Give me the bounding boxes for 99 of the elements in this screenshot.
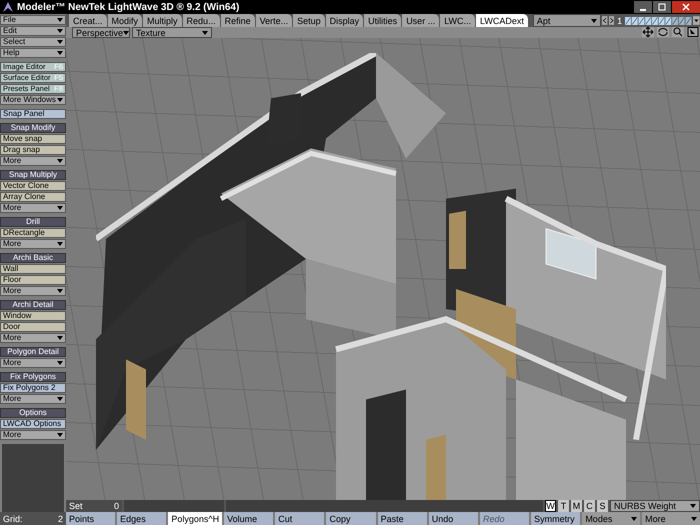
tool-button[interactable]: Door xyxy=(0,322,66,332)
caret-icon xyxy=(202,30,208,34)
search-icon[interactable] xyxy=(672,27,684,37)
toggle-button[interactable]: T xyxy=(558,500,569,512)
tool-button[interactable]: Window xyxy=(0,311,66,321)
menu-dropdown[interactable]: More xyxy=(642,512,700,525)
maximize-icon[interactable] xyxy=(653,1,671,13)
toggle-button[interactable]: M xyxy=(571,500,582,512)
panel-button[interactable]: Fix Polygons 2 xyxy=(0,383,66,393)
close-icon[interactable] xyxy=(672,1,700,13)
shading-dropdown[interactable]: Texture xyxy=(132,27,212,38)
caret-icon xyxy=(57,18,63,22)
toolbar-button[interactable]: Paste xyxy=(378,512,427,525)
tab[interactable]: Utilities xyxy=(364,14,402,27)
toggle-button[interactable]: C xyxy=(584,500,595,512)
tab[interactable]: Redu... xyxy=(182,14,220,27)
caret-icon xyxy=(57,159,63,163)
menu-dropdown[interactable]: More Windows xyxy=(0,95,66,105)
tool-button[interactable]: Vector Clone xyxy=(0,181,66,191)
section-header: Drill xyxy=(0,217,66,227)
tab[interactable]: LWC... xyxy=(440,14,476,27)
toolbar-button[interactable]: Cut xyxy=(275,512,324,525)
view-dropdown[interactable]: Perspective xyxy=(72,27,130,38)
tab[interactable]: Modify xyxy=(108,14,142,27)
menu-dropdown[interactable]: More xyxy=(0,394,66,404)
tool-button[interactable]: Move snap xyxy=(0,134,66,144)
maximize-view-icon[interactable] xyxy=(687,27,699,37)
caret-icon xyxy=(57,336,63,340)
menu-dropdown[interactable]: Select xyxy=(0,37,66,47)
section-header: Snap Modify xyxy=(0,123,66,133)
set-value: 0 xyxy=(114,501,119,511)
section-header: Archi Detail xyxy=(0,300,66,310)
menu-dropdown[interactable]: More xyxy=(0,430,66,440)
menu-dropdown[interactable]: More xyxy=(0,203,66,213)
toolbar-button[interactable]: Volume xyxy=(224,512,274,525)
menu-dropdown[interactable]: More xyxy=(0,333,66,343)
tool-button[interactable]: Wall xyxy=(0,264,66,274)
caret-icon xyxy=(57,289,63,293)
minimize-icon[interactable] xyxy=(634,1,652,13)
caret-icon xyxy=(690,516,697,520)
menu-dropdown[interactable]: Edit xyxy=(0,26,66,36)
caret-icon xyxy=(57,29,63,33)
section-header: Options xyxy=(0,408,66,418)
toolbar-button[interactable]: Points xyxy=(66,512,116,525)
layer-page-number: 1 xyxy=(616,16,624,26)
tab[interactable]: Refine xyxy=(220,14,255,27)
toggle-button[interactable]: W xyxy=(545,500,556,512)
caret-icon xyxy=(123,30,130,34)
set-label: Set xyxy=(69,501,83,511)
layer-set-dropdown[interactable]: Apt xyxy=(532,14,602,27)
vertex-map-dropdown[interactable]: NURBS Weight xyxy=(610,500,700,512)
toolbar-button[interactable]: Undo xyxy=(428,512,478,525)
caret-icon xyxy=(690,504,696,508)
toolbar-button[interactable]: Polygons^H xyxy=(168,512,222,525)
caret-icon xyxy=(57,40,63,44)
menu-dropdown[interactable]: Modes xyxy=(582,512,640,525)
section-header: Archi Basic xyxy=(0,253,66,263)
menu-dropdown[interactable]: More xyxy=(0,286,66,296)
caret-icon xyxy=(57,206,63,210)
menu-dropdown[interactable]: More xyxy=(0,156,66,166)
caret-icon xyxy=(591,18,598,22)
caret-icon xyxy=(57,361,63,365)
tab[interactable]: Display xyxy=(326,14,364,27)
tab[interactable]: Creat... xyxy=(69,14,107,27)
tool-button[interactable]: Array Clone xyxy=(0,192,66,202)
caret-icon xyxy=(57,433,63,437)
rotate-icon[interactable] xyxy=(657,27,669,37)
panel-button[interactable]: Snap Panel xyxy=(0,109,66,119)
panel-button[interactable]: LWCAD Options xyxy=(0,419,66,429)
caret-icon xyxy=(57,51,63,55)
toggle-button[interactable]: S xyxy=(597,500,608,512)
section-header: Snap Multiply xyxy=(0,170,66,180)
grid-value: 2 xyxy=(58,514,63,524)
tool-button[interactable]: Drag snap xyxy=(0,145,66,155)
caret-icon xyxy=(631,516,638,520)
caret-icon[interactable] xyxy=(693,14,700,27)
tab[interactable]: Multiply xyxy=(143,14,182,27)
toolbar-button[interactable]: Symmetry xyxy=(531,512,580,525)
tab[interactable]: User ... xyxy=(402,14,440,27)
menu-dropdown[interactable]: More xyxy=(0,239,66,249)
caret-icon xyxy=(57,242,63,246)
grid-label: Grid: xyxy=(3,514,23,524)
tool-button[interactable]: DRectangle xyxy=(0,228,66,238)
caret-icon xyxy=(57,98,63,102)
tab[interactable]: LWCADext xyxy=(476,14,528,27)
menu-dropdown[interactable]: More xyxy=(0,358,66,368)
tab[interactable]: Verte... xyxy=(256,14,292,27)
toolbar-button[interactable]: Edges xyxy=(117,512,166,525)
section-header: Fix Polygons xyxy=(0,372,66,382)
window-title: Modeler™ NewTek LightWave 3D ® 9.2 (Win64) xyxy=(17,2,240,12)
menu-dropdown[interactable]: Help xyxy=(0,48,66,58)
menu-dropdown[interactable]: File xyxy=(0,15,66,25)
tab[interactable]: Setup xyxy=(293,14,325,27)
section-header: Polygon Detail xyxy=(0,347,66,357)
layer-slots-icon[interactable] xyxy=(625,14,692,26)
caret-icon xyxy=(57,397,63,401)
toolbar-button[interactable]: Copy xyxy=(326,512,376,525)
tool-button[interactable]: Floor xyxy=(0,275,66,285)
move-icon[interactable] xyxy=(642,27,654,37)
